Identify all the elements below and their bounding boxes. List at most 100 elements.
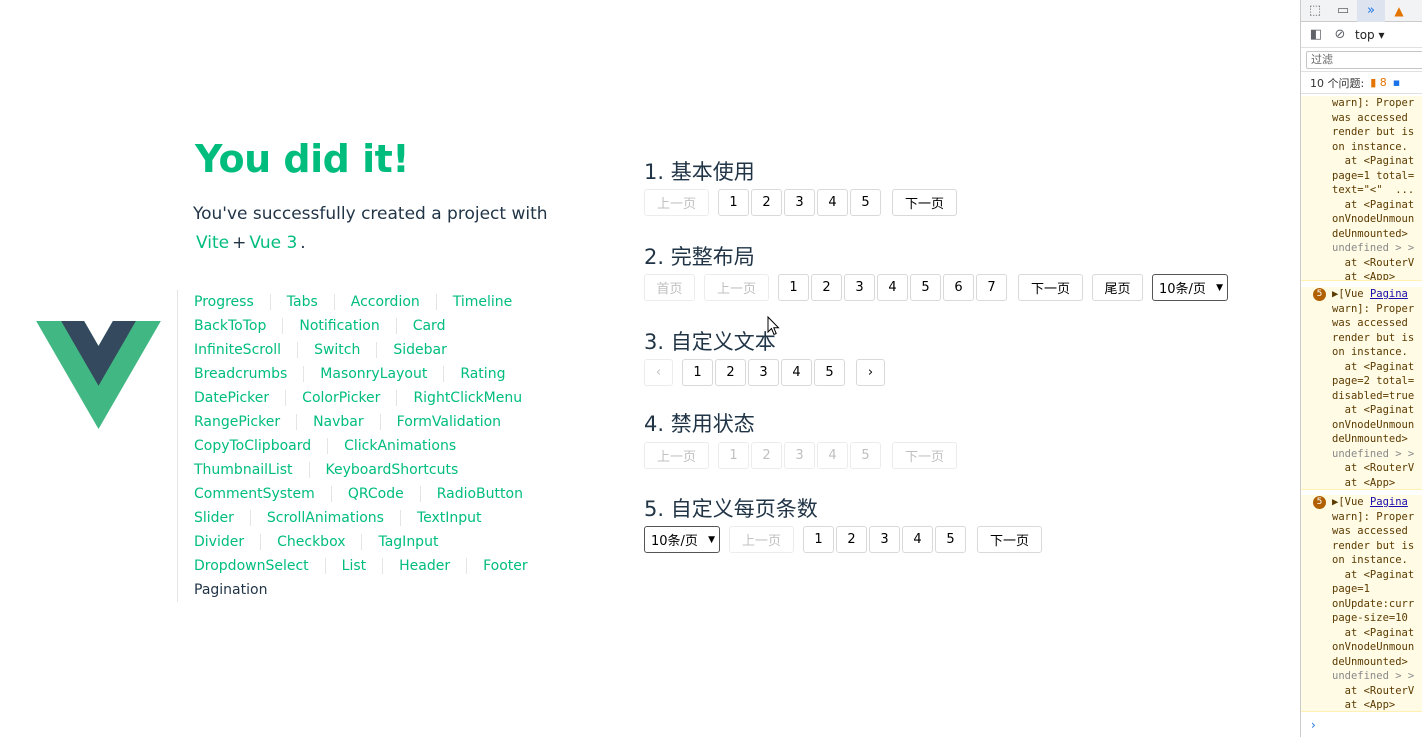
- nav-link-backtotop[interactable]: BackToTop: [178, 318, 282, 334]
- prev-button[interactable]: 上一页: [644, 189, 709, 216]
- console-warning-head[interactable]: 5 ▶[Vue Pagina: [1313, 287, 1422, 302]
- nav-link-timeline[interactable]: Timeline: [435, 294, 529, 310]
- page-2-button[interactable]: 2: [751, 189, 782, 216]
- page-4-button[interactable]: 4: [877, 274, 908, 301]
- nav-link-taginput[interactable]: TagInput: [361, 534, 454, 550]
- nav-link-accordion[interactable]: Accordion: [333, 294, 436, 310]
- nav-link-list[interactable]: List: [324, 558, 382, 574]
- prev-button[interactable]: 上一页: [644, 442, 709, 469]
- nav-link-footer[interactable]: Footer: [466, 558, 544, 574]
- page-size-select[interactable]: 10条/页 ▼: [1152, 274, 1228, 301]
- nav-link-switch[interactable]: Switch: [297, 342, 376, 358]
- nav-link-header[interactable]: Header: [382, 558, 466, 574]
- nav-link-sidebar[interactable]: Sidebar: [376, 342, 463, 358]
- page-3-button[interactable]: 3: [748, 359, 779, 386]
- page-5-button[interactable]: 5: [910, 274, 941, 301]
- clear-console-icon[interactable]: ⊘: [1331, 27, 1349, 42]
- prev-button[interactable]: 上一页: [729, 526, 794, 553]
- page-5-button[interactable]: 5: [850, 442, 881, 469]
- console-warning[interactable]: 5 ▶[Vue Pagina warn]: Proper was accessed r…: [1301, 495, 1422, 712]
- more-tabs-icon[interactable]: »: [1357, 0, 1385, 22]
- nav-link-textinput[interactable]: TextInput: [399, 510, 498, 526]
- page-5-button[interactable]: 5: [850, 189, 881, 216]
- nav-link-qrcode[interactable]: QRCode: [330, 486, 420, 502]
- nav-link-datepicker[interactable]: DatePicker: [178, 390, 285, 406]
- page-3-button[interactable]: 3: [784, 189, 815, 216]
- nav-link-dropdownselect[interactable]: DropdownSelect: [178, 558, 325, 574]
- page-1-button[interactable]: 1: [803, 526, 834, 553]
- inspect-element-icon[interactable]: ⬚: [1301, 0, 1329, 22]
- prev-button[interactable]: 上一页: [704, 274, 769, 301]
- nav-link-rangepicker[interactable]: RangePicker: [178, 414, 296, 430]
- nav-link-checkbox[interactable]: Checkbox: [260, 534, 361, 550]
- nav-link-navbar[interactable]: Navbar: [296, 414, 380, 430]
- page-2-button[interactable]: 2: [751, 442, 782, 469]
- page-6-button[interactable]: 6: [943, 274, 974, 301]
- page-4-button[interactable]: 4: [781, 359, 812, 386]
- page-3-button[interactable]: 3: [869, 526, 900, 553]
- nav-link-tabs[interactable]: Tabs: [269, 294, 334, 310]
- page-2-button[interactable]: 2: [715, 359, 746, 386]
- page-4-button[interactable]: 4: [817, 442, 848, 469]
- nav-link-pagination[interactable]: Pagination: [178, 582, 283, 598]
- source-link[interactable]: Pagina: [1370, 288, 1408, 300]
- nav-link-copytoclipboard[interactable]: CopyToClipboard: [178, 438, 327, 454]
- issues-bar[interactable]: 10 个问题: ▮ 8 ▪: [1301, 72, 1422, 94]
- nav-link-card[interactable]: Card: [395, 318, 462, 334]
- nav-link-keyboardshortcuts[interactable]: KeyboardShortcuts: [308, 462, 475, 478]
- next-button[interactable]: 下一页: [892, 442, 957, 469]
- nav-link-divider[interactable]: Divider: [178, 534, 260, 550]
- next-button[interactable]: 下一页: [977, 526, 1042, 553]
- page-4-button[interactable]: 4: [817, 189, 848, 216]
- page-4-button[interactable]: 4: [902, 526, 933, 553]
- nav-link-breadcrumbs[interactable]: Breadcrumbs: [178, 366, 303, 382]
- source-link[interactable]: Pagina: [1370, 496, 1408, 508]
- warning-icon[interactable]: ▲: [1385, 0, 1413, 22]
- page-1-button[interactable]: 1: [718, 189, 749, 216]
- page-3-button[interactable]: 3: [844, 274, 875, 301]
- page-size-select[interactable]: 10条/页 ▼: [644, 526, 720, 553]
- nav-link-colorpicker[interactable]: ColorPicker: [285, 390, 396, 406]
- page-1-button[interactable]: 1: [718, 442, 749, 469]
- first-button[interactable]: 首页: [644, 274, 695, 301]
- page-1-button[interactable]: 1: [682, 359, 713, 386]
- nav-link-clickanimations[interactable]: ClickAnimations: [327, 438, 472, 454]
- next-button[interactable]: 下一页: [892, 189, 957, 216]
- next-button[interactable]: 下一页: [1018, 274, 1083, 301]
- nav-link-slider[interactable]: Slider: [178, 510, 250, 526]
- device-toggle-icon[interactable]: ▭: [1329, 0, 1357, 22]
- demo-full-title: 2. 完整布局: [644, 245, 755, 269]
- nav-link-rating[interactable]: Rating: [443, 366, 521, 382]
- issues-warn-count: 8: [1379, 76, 1387, 89]
- nav-link-rightclickmenu[interactable]: RightClickMenu: [396, 390, 538, 406]
- sidebar-toggle-icon[interactable]: ◧: [1307, 27, 1325, 42]
- page-7-button[interactable]: 7: [976, 274, 1007, 301]
- nav-link-progress[interactable]: Progress: [178, 294, 270, 310]
- nav-link-radiobutton[interactable]: RadioButton: [419, 486, 539, 502]
- page-3-button[interactable]: 3: [784, 442, 815, 469]
- prev-arrow-button[interactable]: ‹: [644, 359, 673, 386]
- page-1-button[interactable]: 1: [778, 274, 809, 301]
- page-2-button[interactable]: 2: [836, 526, 867, 553]
- page-5-button[interactable]: 5: [935, 526, 966, 553]
- demo-disabled: 4. 禁用状态: [644, 409, 755, 439]
- page-2-button[interactable]: 2: [811, 274, 842, 301]
- vue-link[interactable]: Vue 3: [246, 233, 300, 253]
- console-warning[interactable]: warn]: Proper was accessed render but is o…: [1301, 96, 1422, 281]
- nav-link-infinitescroll[interactable]: InfiniteScroll: [178, 342, 297, 358]
- context-select[interactable]: top ▾: [1355, 28, 1385, 42]
- console-prompt-icon[interactable]: ›: [1311, 718, 1316, 732]
- console-warning[interactable]: 5 ▶[Vue Pagina warn]: Proper was accessed r…: [1301, 287, 1422, 490]
- page-5-button[interactable]: 5: [814, 359, 845, 386]
- console-warning-head[interactable]: 5 ▶[Vue Pagina: [1313, 495, 1422, 510]
- nav-link-formvalidation[interactable]: FormValidation: [379, 414, 517, 430]
- nav-link-thumbnaillist[interactable]: ThumbnailList: [178, 462, 309, 478]
- nav-link-scrollanimations[interactable]: ScrollAnimations: [249, 510, 400, 526]
- nav-link-masonrylayout[interactable]: MasonryLayout: [303, 366, 443, 382]
- nav-link-notification[interactable]: Notification: [282, 318, 395, 334]
- vite-link[interactable]: Vite: [193, 233, 232, 253]
- next-arrow-button[interactable]: ›: [856, 359, 885, 386]
- nav-link-commentsystem[interactable]: CommentSystem: [178, 486, 331, 502]
- last-button[interactable]: 尾页: [1092, 274, 1143, 301]
- filter-input[interactable]: 过滤: [1306, 51, 1422, 69]
